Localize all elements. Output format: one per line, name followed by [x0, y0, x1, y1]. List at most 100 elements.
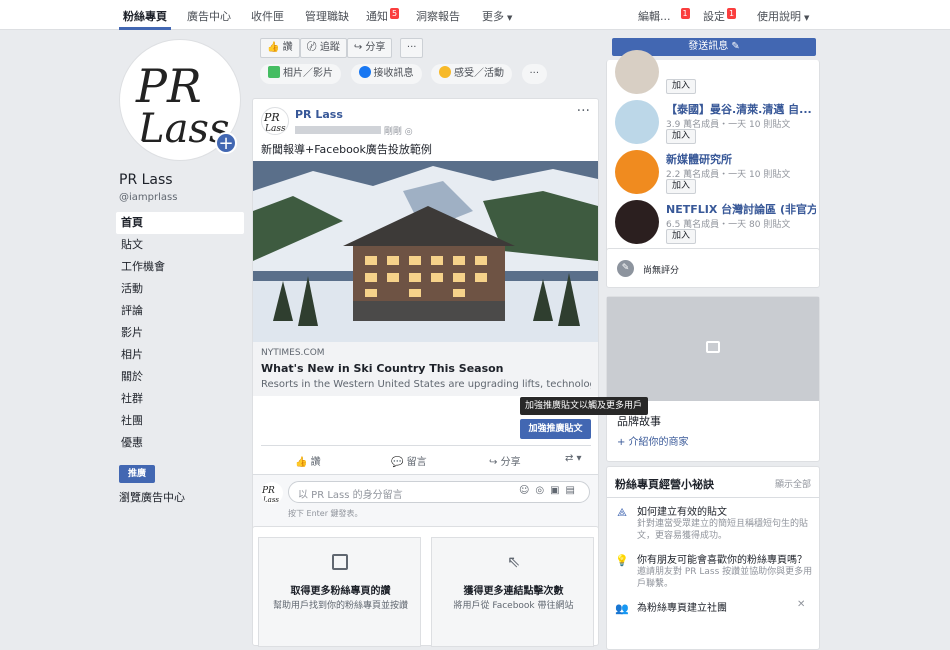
post-options-icon[interactable]: ··· — [577, 103, 590, 119]
follow-label: 追蹤 — [319, 42, 340, 53]
group-name[interactable]: NETFLIX 台灣討論區 (非官方) — [666, 201, 816, 217]
nav-jobs[interactable]: 管理職缺 — [305, 8, 349, 24]
share-arrow-icon: ↪ — [353, 42, 363, 53]
chip-photo-video-label: 相片／影片 — [283, 68, 333, 79]
group-name[interactable]: 【泰國】曼谷.清萊.清邁 自... — [666, 101, 816, 117]
link-preview-image[interactable] — [253, 161, 598, 342]
add-photo-icon[interactable]: + — [215, 132, 237, 154]
tip-item[interactable]: 👥 為粉絲專頁建立社團 ✕ — [607, 599, 821, 615]
comment-tools-icons[interactable]: ☺◎▣▤ — [519, 485, 581, 496]
page-handle[interactable]: @iamprlass — [119, 192, 177, 203]
see-all-link[interactable]: 顯示全部 — [775, 477, 811, 490]
chip-messages[interactable]: 接收訊息 — [350, 64, 422, 84]
promote-button[interactable]: 推廣 — [119, 465, 155, 483]
nav-ad-center[interactable]: 廣告中心 — [187, 8, 231, 24]
chevron-down-icon: ▼ — [507, 14, 513, 22]
post-author-avatar[interactable]: PR Lass — [261, 107, 289, 135]
nav-insights[interactable]: 洞察報告 — [416, 8, 460, 24]
nav-page[interactable]: 粉絲專頁 — [123, 8, 167, 24]
left-nav-photos[interactable]: 相片 — [116, 344, 244, 366]
group-thumbnail — [615, 100, 659, 144]
join-group-button[interactable]: 加入 — [666, 129, 697, 144]
tip-item[interactable]: 💡 你有朋友可能會喜歡你的粉絲專頁嗎？ 邀請朋友對 PR Lass 按讚並協助你與… — [607, 551, 821, 590]
tip-title: 為粉絲專頁建立社團 — [637, 603, 727, 614]
group-item[interactable]: 加入 — [607, 46, 821, 96]
tips-title: 粉絲專頁經營小祕訣 — [615, 478, 714, 491]
promo-likes-title: 取得更多粉絲專頁的讚 — [290, 586, 391, 597]
pr-lass-logo-mini: PRLass — [261, 486, 279, 504]
left-nav-community[interactable]: 社群 — [116, 388, 244, 410]
left-nav-jobs[interactable]: 工作機會 — [116, 256, 244, 278]
ad-center-link[interactable]: 瀏覽廣告中心 — [119, 489, 185, 505]
share-arrow-icon: ↪ — [489, 457, 498, 468]
chip-photo-video[interactable]: 相片／影片 — [260, 64, 341, 84]
composer-chips: 相片／影片 接收訊息 感受／活動 ··· — [260, 64, 553, 84]
nav-edit[interactable]: 編輯... 1 — [638, 8, 690, 24]
post-text: 新聞報導+Facebook廣告投放範例 — [261, 143, 432, 156]
promo-card-clicks[interactable]: ⇖ 獲得更多連結點擊次數 將用戶從 Facebook 帶往網站 — [431, 537, 594, 647]
nav-more[interactable]: 更多 ▼ — [482, 8, 512, 24]
tip-item[interactable]: ⟁ 如何建立有效的貼文 針對連當受眾建立的簡短且稱穩短句生的貼文，更容易獲得成功。 — [607, 503, 821, 542]
thumbs-up-icon: 👍 — [295, 457, 308, 468]
group-item[interactable]: 【泰國】曼谷.清萊.清邁 自... 3.9 萬名成員・一天 10 則貼文 加入 — [607, 96, 821, 146]
tip-title: 你有朋友可能會喜歡你的粉絲專頁嗎？ — [637, 555, 807, 566]
intro-store-link[interactable]: + 介紹你的商家 — [617, 433, 689, 448]
left-nav-reviews[interactable]: 評論 — [116, 300, 244, 322]
promo-card-likes[interactable]: 取得更多粉絲專頁的讚 幫助用戶找到你的粉絲專頁並按讚 — [258, 537, 421, 647]
post-share-button[interactable]: ↪ 分享 — [489, 453, 521, 468]
nav-notifications[interactable]: 通知 5 — [366, 8, 400, 24]
comment-input[interactable]: 以 PR Lass 的身分留言 ☺◎▣▤ — [288, 481, 590, 503]
group-item[interactable]: NETFLIX 台灣討論區 (非官方) 6.5 萬名成員・一天 80 則貼文 加… — [607, 196, 821, 246]
post-time[interactable]: 剛剛 — [384, 127, 402, 137]
post-like-button[interactable]: 👍 讚 — [295, 453, 321, 468]
post-comment-button[interactable]: 💬 留言 — [391, 453, 427, 468]
nav-settings[interactable]: 設定 1 — [703, 8, 737, 24]
svg-text:PR: PR — [135, 59, 202, 113]
left-nav-videos[interactable]: 影片 — [116, 322, 244, 344]
nav-settings-label: 設定 — [703, 10, 725, 23]
nav-help[interactable]: 使用說明 ▼ — [757, 8, 809, 24]
chip-feeling[interactable]: 感受／活動 — [431, 64, 512, 84]
comment-placeholder: 以 PR Lass 的身分留言 — [298, 490, 403, 501]
like-page-button[interactable]: 👍 讚 — [260, 38, 300, 58]
group-item[interactable]: 新媒體研究所 2.2 萬名成員・一天 10 則貼文 加入 — [607, 146, 821, 196]
lightbulb-icon: 💡 — [615, 554, 629, 567]
reaction-settings-icon[interactable]: ⇄ ▾ — [565, 453, 582, 464]
join-group-button[interactable]: 加入 — [666, 229, 697, 244]
group-icon: 👥 — [615, 602, 629, 615]
promo-clicks-title: 獲得更多連結點擊次數 — [463, 586, 564, 597]
link-title: What's New in Ski Country This Season — [261, 362, 504, 375]
close-icon[interactable]: ✕ — [797, 599, 805, 615]
rss-icon: 〄 — [306, 42, 317, 53]
comment-hint: 按下 Enter 鍵發表。 — [288, 509, 363, 518]
blurred-publisher — [295, 126, 381, 134]
join-group-button[interactable]: 加入 — [666, 79, 697, 94]
left-nav-offers[interactable]: 優惠 — [116, 432, 244, 454]
left-nav-events[interactable]: 活動 — [116, 278, 244, 300]
group-name[interactable]: 新媒體研究所 — [666, 151, 816, 167]
more-actions-button[interactable]: ··· — [399, 38, 424, 58]
smiley-icon — [439, 66, 451, 78]
photo-icon — [268, 66, 280, 78]
chip-more[interactable]: ··· — [521, 64, 548, 84]
boost-post-button[interactable]: 加強推廣貼文 — [520, 419, 591, 439]
join-group-button[interactable]: 加入 — [666, 179, 697, 194]
add-photo-icon — [706, 341, 720, 353]
story-cover-placeholder[interactable] — [607, 297, 819, 401]
left-nav-groups[interactable]: 社團 — [116, 410, 244, 432]
share-page-button[interactable]: ↪ 分享 — [346, 38, 393, 58]
left-nav-posts[interactable]: 貼文 — [116, 234, 244, 256]
left-nav-home[interactable]: 首頁 — [116, 212, 244, 234]
left-nav-about[interactable]: 關於 — [116, 366, 244, 388]
thumbs-up-icon: 👍 — [267, 42, 280, 53]
boost-tooltip: 加強推廣貼文以觸及更多用戶 — [520, 397, 648, 415]
link-preview-caption[interactable]: NYTIMES.COM What's New in Ski Country Th… — [253, 342, 598, 396]
promo-section: 取得更多粉絲專頁的讚 幫助用戶找到你的粉絲專頁並按讚 ⇖ 獲得更多連結點擊次數 … — [252, 526, 599, 647]
nav-notifications-label: 通知 — [366, 10, 388, 23]
group-thumbnail — [615, 150, 659, 194]
divider — [261, 445, 591, 446]
post-author-name[interactable]: PR Lass — [295, 108, 343, 121]
page-icon — [332, 554, 348, 570]
follow-button[interactable]: 〄 追蹤 — [299, 38, 347, 58]
nav-inbox[interactable]: 收件匣 — [251, 8, 284, 24]
